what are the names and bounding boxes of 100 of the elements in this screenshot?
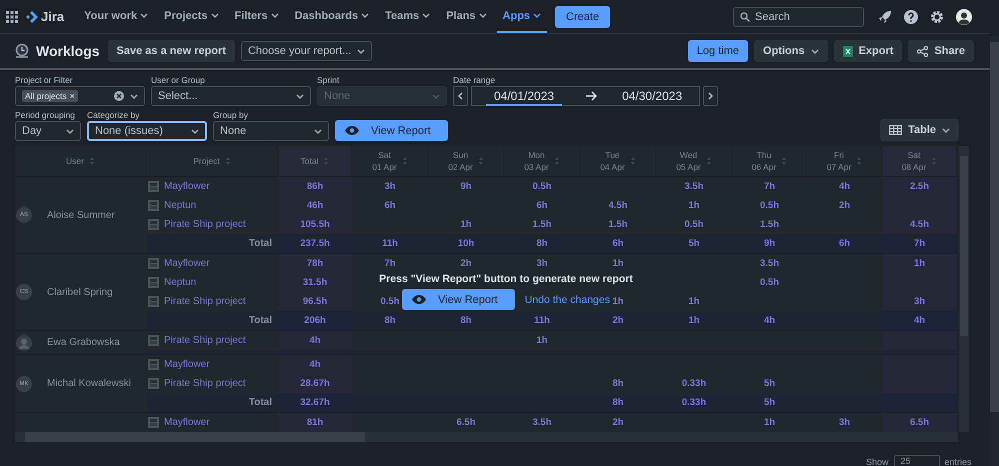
select-field: None (317, 86, 447, 106)
hours-value: 8h (384, 315, 396, 326)
hours-value: 3.5h (532, 417, 552, 428)
field-label: Categorize by (87, 110, 140, 120)
chevron-down-icon (432, 94, 440, 98)
column-header[interactable]: Sat 08 Apr (882, 146, 957, 176)
previous-button[interactable] (453, 86, 468, 106)
project-link[interactable]: Mayflower (164, 181, 210, 192)
field-label: Sprint (317, 75, 340, 85)
share-button[interactable]: Share (908, 40, 974, 62)
project-filter-field[interactable]: All projects × (15, 86, 145, 106)
project-icon (148, 417, 159, 428)
hours-value: 6h (536, 200, 548, 211)
options-button[interactable]: Options (754, 40, 828, 62)
project-link[interactable]: Neptun (164, 277, 196, 288)
eye-icon (412, 295, 426, 304)
table-cell: 1h (882, 254, 957, 273)
hours-value: 6h (384, 200, 396, 211)
view-report-button[interactable]: View Report (335, 120, 448, 141)
chevron-down-icon (478, 13, 487, 18)
create-button[interactable]: Create (555, 6, 610, 28)
nav-menu-item[interactable]: Your work (78, 0, 154, 33)
search-field[interactable]: Search (733, 6, 864, 26)
nav-menu-item[interactable]: Projects (158, 0, 225, 33)
hours-value: 1.5h (608, 219, 628, 230)
sort-icon (857, 157, 862, 165)
select-field[interactable]: Day (15, 121, 81, 141)
nav-menu-item[interactable]: Filters (228, 0, 285, 33)
hours-value: 5h (688, 238, 700, 249)
nav-menu-item[interactable]: Dashboards (288, 0, 376, 33)
project-link[interactable]: Pirate Ship project (164, 335, 246, 346)
hours-value: 3h (838, 417, 850, 428)
hours-value: 0.5h (760, 200, 779, 211)
next-button[interactable] (703, 86, 718, 106)
hours-value: 1h (612, 258, 624, 269)
select-field[interactable]: None (213, 121, 329, 141)
hours-value: 1h (688, 296, 700, 307)
table-cell: 6.5h (882, 413, 957, 432)
column-header[interactable]: Wed 05 Apr (656, 146, 732, 176)
page-size-select[interactable]: 25 (894, 455, 940, 466)
chevron-down-icon (361, 13, 370, 18)
spreadsheet-icon (842, 46, 853, 56)
report-select[interactable]: Choose your report... (240, 41, 372, 61)
scrollbar[interactable] (990, 36, 999, 466)
project-link[interactable]: Pirate Ship project (164, 378, 246, 389)
table-cell: 46h (278, 196, 352, 215)
help-icon (904, 10, 918, 24)
worklogs-icon (14, 43, 30, 59)
settings-icon (930, 10, 944, 24)
column-header[interactable]: Mon 03 Apr (504, 146, 580, 176)
date-field[interactable]: 04/30/2023 (622, 89, 682, 103)
overlay-message: Press "View Report" button to generate new report (379, 273, 633, 285)
view-report-button[interactable]: View Report (402, 289, 515, 310)
user-avatar-icon (16, 334, 32, 350)
project-icon (148, 277, 159, 288)
product-name[interactable]: Jira (41, 9, 64, 24)
project-link[interactable]: Neptun (164, 200, 196, 211)
log-time-button[interactable]: Log time (688, 40, 748, 62)
save-report-button[interactable]: Save as a new report (108, 40, 235, 62)
project-icon (148, 181, 159, 192)
view-mode-button[interactable]: Table (880, 119, 959, 141)
column-header[interactable]: Tue 04 Apr (580, 146, 656, 176)
project-link[interactable]: Mayflower (164, 417, 210, 428)
column-header[interactable]: User (15, 146, 146, 176)
hours-value: 8h (536, 238, 548, 249)
hours-value: 6.5h (456, 417, 476, 428)
chevron-down-icon (140, 13, 148, 18)
hours-value: 9h (460, 181, 472, 192)
hours-value: 4.5h (608, 200, 628, 211)
hours-value: 7h (384, 258, 396, 269)
nav-menu-item[interactable]: Plans (440, 0, 493, 33)
column-header[interactable]: Sun 02 Apr (428, 146, 504, 176)
date-field[interactable]: 04/01/2023 (486, 86, 562, 106)
hours-value: 11h (382, 238, 398, 249)
undo-link[interactable]: Undo the changes (524, 294, 610, 306)
column-header[interactable]: Sat 01 Apr (352, 146, 428, 176)
project-link[interactable]: Mayflower (164, 359, 210, 370)
nav-menu-item[interactable]: Apps (496, 0, 548, 33)
remove-tag-button[interactable]: × (70, 91, 75, 101)
scrollbar[interactable] (15, 432, 958, 442)
hours-value: 3.5h (684, 181, 704, 192)
hours-value: 3h (536, 258, 548, 269)
column-header[interactable]: Thu 06 Apr (732, 146, 807, 176)
scrollbar[interactable] (959, 146, 969, 432)
select-field[interactable]: None (issues) (87, 121, 207, 141)
hours-value: 8h (460, 315, 472, 326)
project-link[interactable]: Pirate Ship project (164, 296, 246, 307)
column-header[interactable]: Total (278, 146, 352, 176)
filter-tag[interactable]: All projects (25, 91, 67, 101)
select-field[interactable]: Select... (151, 86, 311, 106)
hours-value: 2h (612, 315, 624, 326)
project-icon (148, 359, 159, 370)
hours-value: 1.5h (760, 219, 779, 230)
nav-menu-item[interactable]: Teams (379, 0, 436, 33)
sort-icon (554, 157, 559, 165)
export-button[interactable]: Export (834, 40, 902, 62)
hours-value: 9h (764, 238, 776, 249)
hours-value: 1.5h (532, 219, 552, 230)
project-link[interactable]: Mayflower (164, 258, 210, 269)
project-link[interactable]: Pirate Ship project (164, 219, 246, 230)
